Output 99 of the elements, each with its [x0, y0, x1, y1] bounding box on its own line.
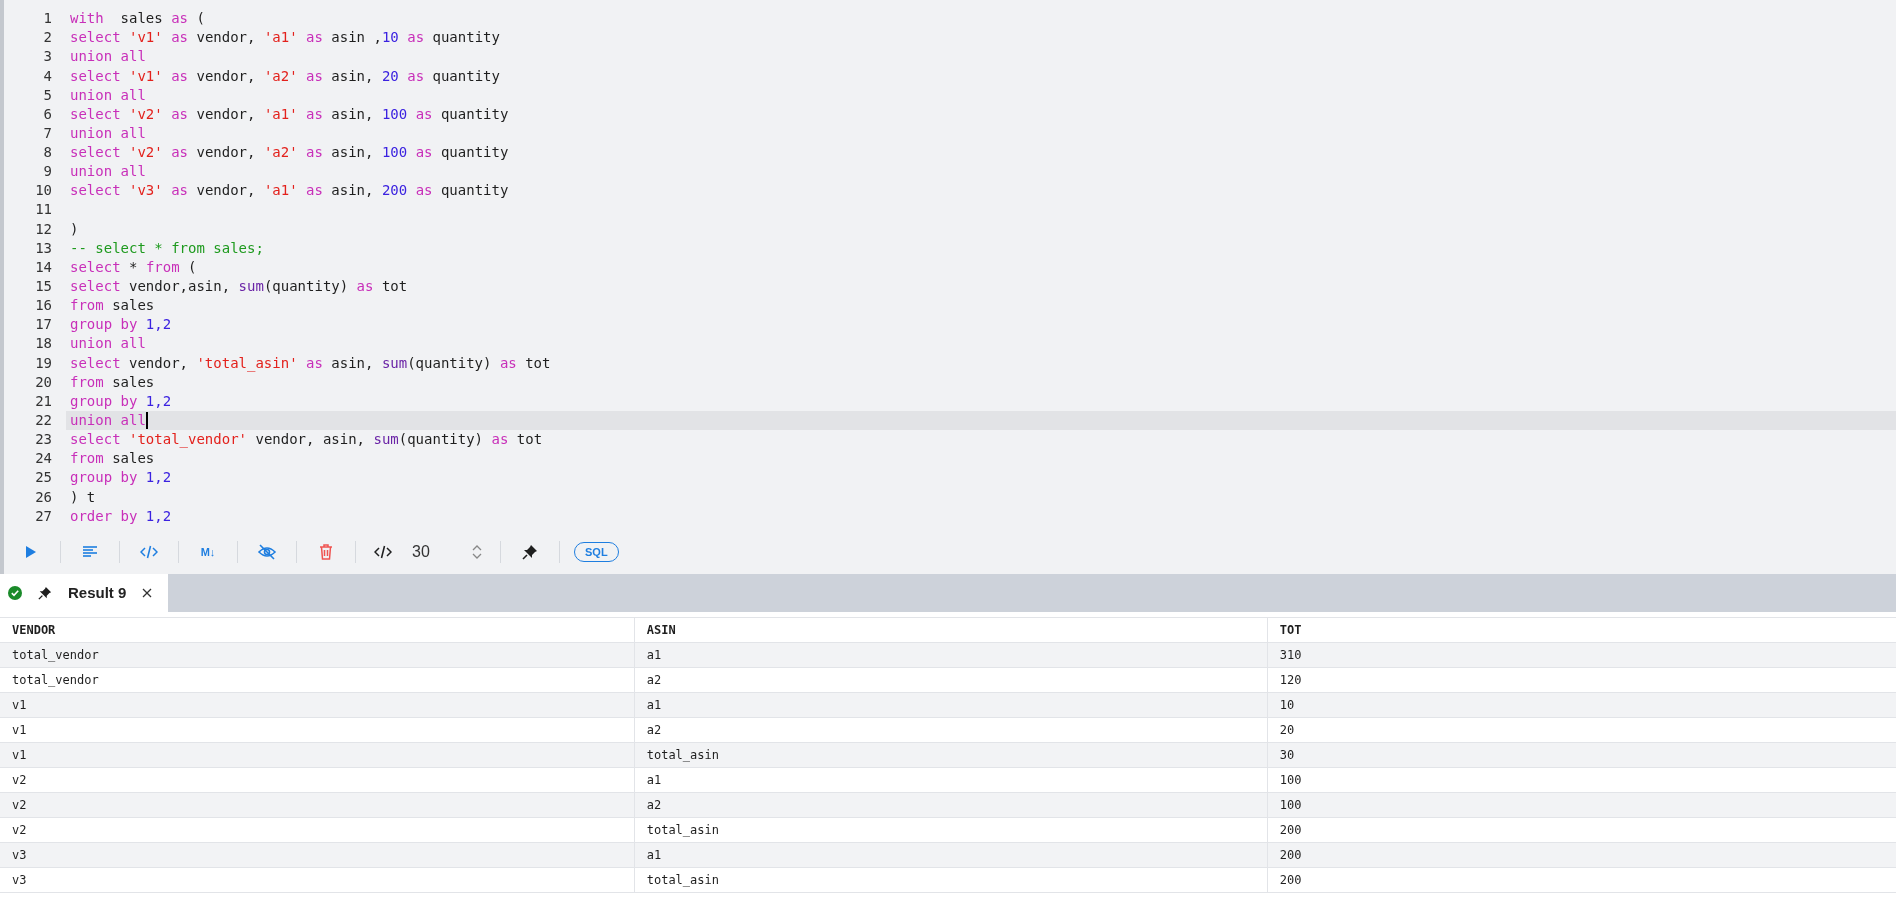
table-cell: 200 — [1267, 867, 1896, 893]
line-number: 2 — [42, 28, 52, 48]
line-number: 18 — [34, 334, 52, 354]
table-cell: v2 — [0, 767, 635, 793]
trash-icon — [319, 543, 333, 560]
table-cell: 10 — [1267, 692, 1896, 718]
table-cell: v2 — [0, 792, 635, 818]
table-cell: v3 — [0, 867, 635, 893]
table-cell: total_vendor — [0, 642, 635, 668]
code-icon — [140, 544, 158, 559]
text-cursor — [145, 412, 148, 429]
line-number: 1 — [42, 9, 52, 29]
table-cell: 200 — [1267, 817, 1896, 843]
code-line: order by 1,2 — [70, 506, 172, 526]
table-cell: v2 — [0, 817, 635, 843]
code-line: from sales — [70, 296, 155, 316]
line-number: 13 — [34, 238, 52, 258]
code-line: from sales — [70, 372, 155, 392]
code-line: select vendor, 'total_asin' as asin, sum(quantity) as tot — [70, 353, 551, 374]
line-number: 3 — [42, 47, 52, 67]
format-icon — [82, 545, 98, 559]
table-cell: 100 — [1267, 792, 1896, 818]
line-number: 9 — [42, 162, 52, 182]
table-cell: a2 — [634, 717, 1268, 743]
code-line: from sales — [70, 449, 155, 469]
table-cell: v1 — [0, 692, 635, 718]
line-number: 11 — [34, 200, 52, 220]
code-line: -- select * from sales; — [70, 238, 264, 258]
code-line: select 'v2' as vendor, 'a1' as asin, 100 as quantity — [70, 104, 509, 124]
close-icon[interactable] — [142, 587, 153, 598]
code-line: group by 1,2 — [70, 391, 172, 411]
table-cell: 120 — [1267, 667, 1896, 693]
line-number: 12 — [34, 219, 52, 239]
line-number: 27 — [34, 506, 52, 526]
code-line: union all — [70, 162, 146, 182]
column-header[interactable]: ASIN — [634, 617, 1268, 643]
code-line: union all — [70, 123, 146, 143]
table-cell: 200 — [1267, 842, 1896, 868]
table-cell: 100 — [1267, 767, 1896, 793]
pin-icon — [522, 543, 538, 560]
line-number: 15 — [34, 277, 52, 297]
line-number: 8 — [42, 143, 52, 163]
table-cell: v1 — [0, 742, 635, 768]
line-number: 5 — [42, 85, 52, 105]
table-cell: total_asin — [634, 817, 1268, 843]
table-cell: a2 — [634, 667, 1268, 693]
table-cell: a1 — [634, 692, 1268, 718]
code-line: group by 1,2 — [70, 315, 172, 335]
code-line: select 'v3' as vendor, 'a1' as asin, 200 as quantity — [70, 181, 509, 201]
code-line: select 'v2' as vendor, 'a2' as asin, 100 as quantity — [70, 143, 509, 163]
line-number: 14 — [34, 257, 52, 277]
line-number: 17 — [34, 315, 52, 335]
line-number: 25 — [34, 468, 52, 488]
line-number: 19 — [34, 353, 52, 373]
table-cell: a1 — [634, 842, 1268, 868]
line-number: 4 — [42, 66, 52, 86]
hidden-eye-icon — [258, 543, 276, 560]
table-cell: 30 — [1267, 742, 1896, 768]
line-number: 20 — [34, 372, 52, 392]
table-cell: a2 — [634, 792, 1268, 818]
code-line: union all — [70, 334, 146, 354]
line-number: 22 — [34, 411, 52, 431]
line-number: 23 — [34, 430, 52, 450]
code-line: ) t — [70, 487, 96, 507]
line-number: 24 — [34, 449, 52, 469]
table-cell: a1 — [634, 642, 1268, 668]
table-cell: total_asin — [634, 867, 1268, 893]
table-cell: total_asin — [634, 742, 1268, 768]
code-line: select 'v1' as vendor, 'a1' as asin ,10 as quantity — [70, 28, 500, 48]
table-cell: 310 — [1267, 642, 1896, 668]
play-icon — [25, 544, 37, 559]
code-line: select * from ( — [70, 257, 197, 277]
table-cell: total_vendor — [0, 667, 635, 693]
table-cell: v1 — [0, 717, 635, 743]
column-header[interactable]: VENDOR — [0, 617, 635, 643]
code-line: select 'total_vendor' vendor, asin, sum(quantity) as tot — [70, 430, 543, 450]
code-line: with sales as ( — [70, 9, 205, 29]
result-tab[interactable]: Result 9 — [0, 573, 169, 612]
code-line: union all — [70, 411, 146, 431]
code-line: group by 1,2 — [70, 468, 172, 488]
table-cell: 20 — [1267, 717, 1896, 743]
table-cell: v3 — [0, 842, 635, 868]
line-number: 10 — [34, 181, 52, 201]
line-number: 26 — [34, 487, 52, 507]
stepper-icon[interactable] — [472, 543, 482, 560]
code-line: union all — [70, 85, 146, 105]
code-icon — [374, 544, 392, 559]
line-number: 21 — [34, 391, 52, 411]
code-line: select vendor,asin, sum(quantity) as tot — [70, 277, 408, 297]
line-number: 7 — [42, 123, 52, 143]
column-header[interactable]: TOT — [1267, 617, 1896, 643]
tab-label: Result 9 — [68, 582, 127, 603]
code-line: select 'v1' as vendor, 'a2' as asin, 20 as quantity — [70, 66, 500, 86]
code-line: ) — [70, 219, 79, 239]
line-number: 16 — [34, 296, 52, 316]
code-line: union all — [70, 47, 146, 67]
markdown-button[interactable]: M↓ — [191, 536, 225, 567]
table-cell: a1 — [634, 767, 1268, 793]
line-number: 6 — [42, 104, 52, 124]
